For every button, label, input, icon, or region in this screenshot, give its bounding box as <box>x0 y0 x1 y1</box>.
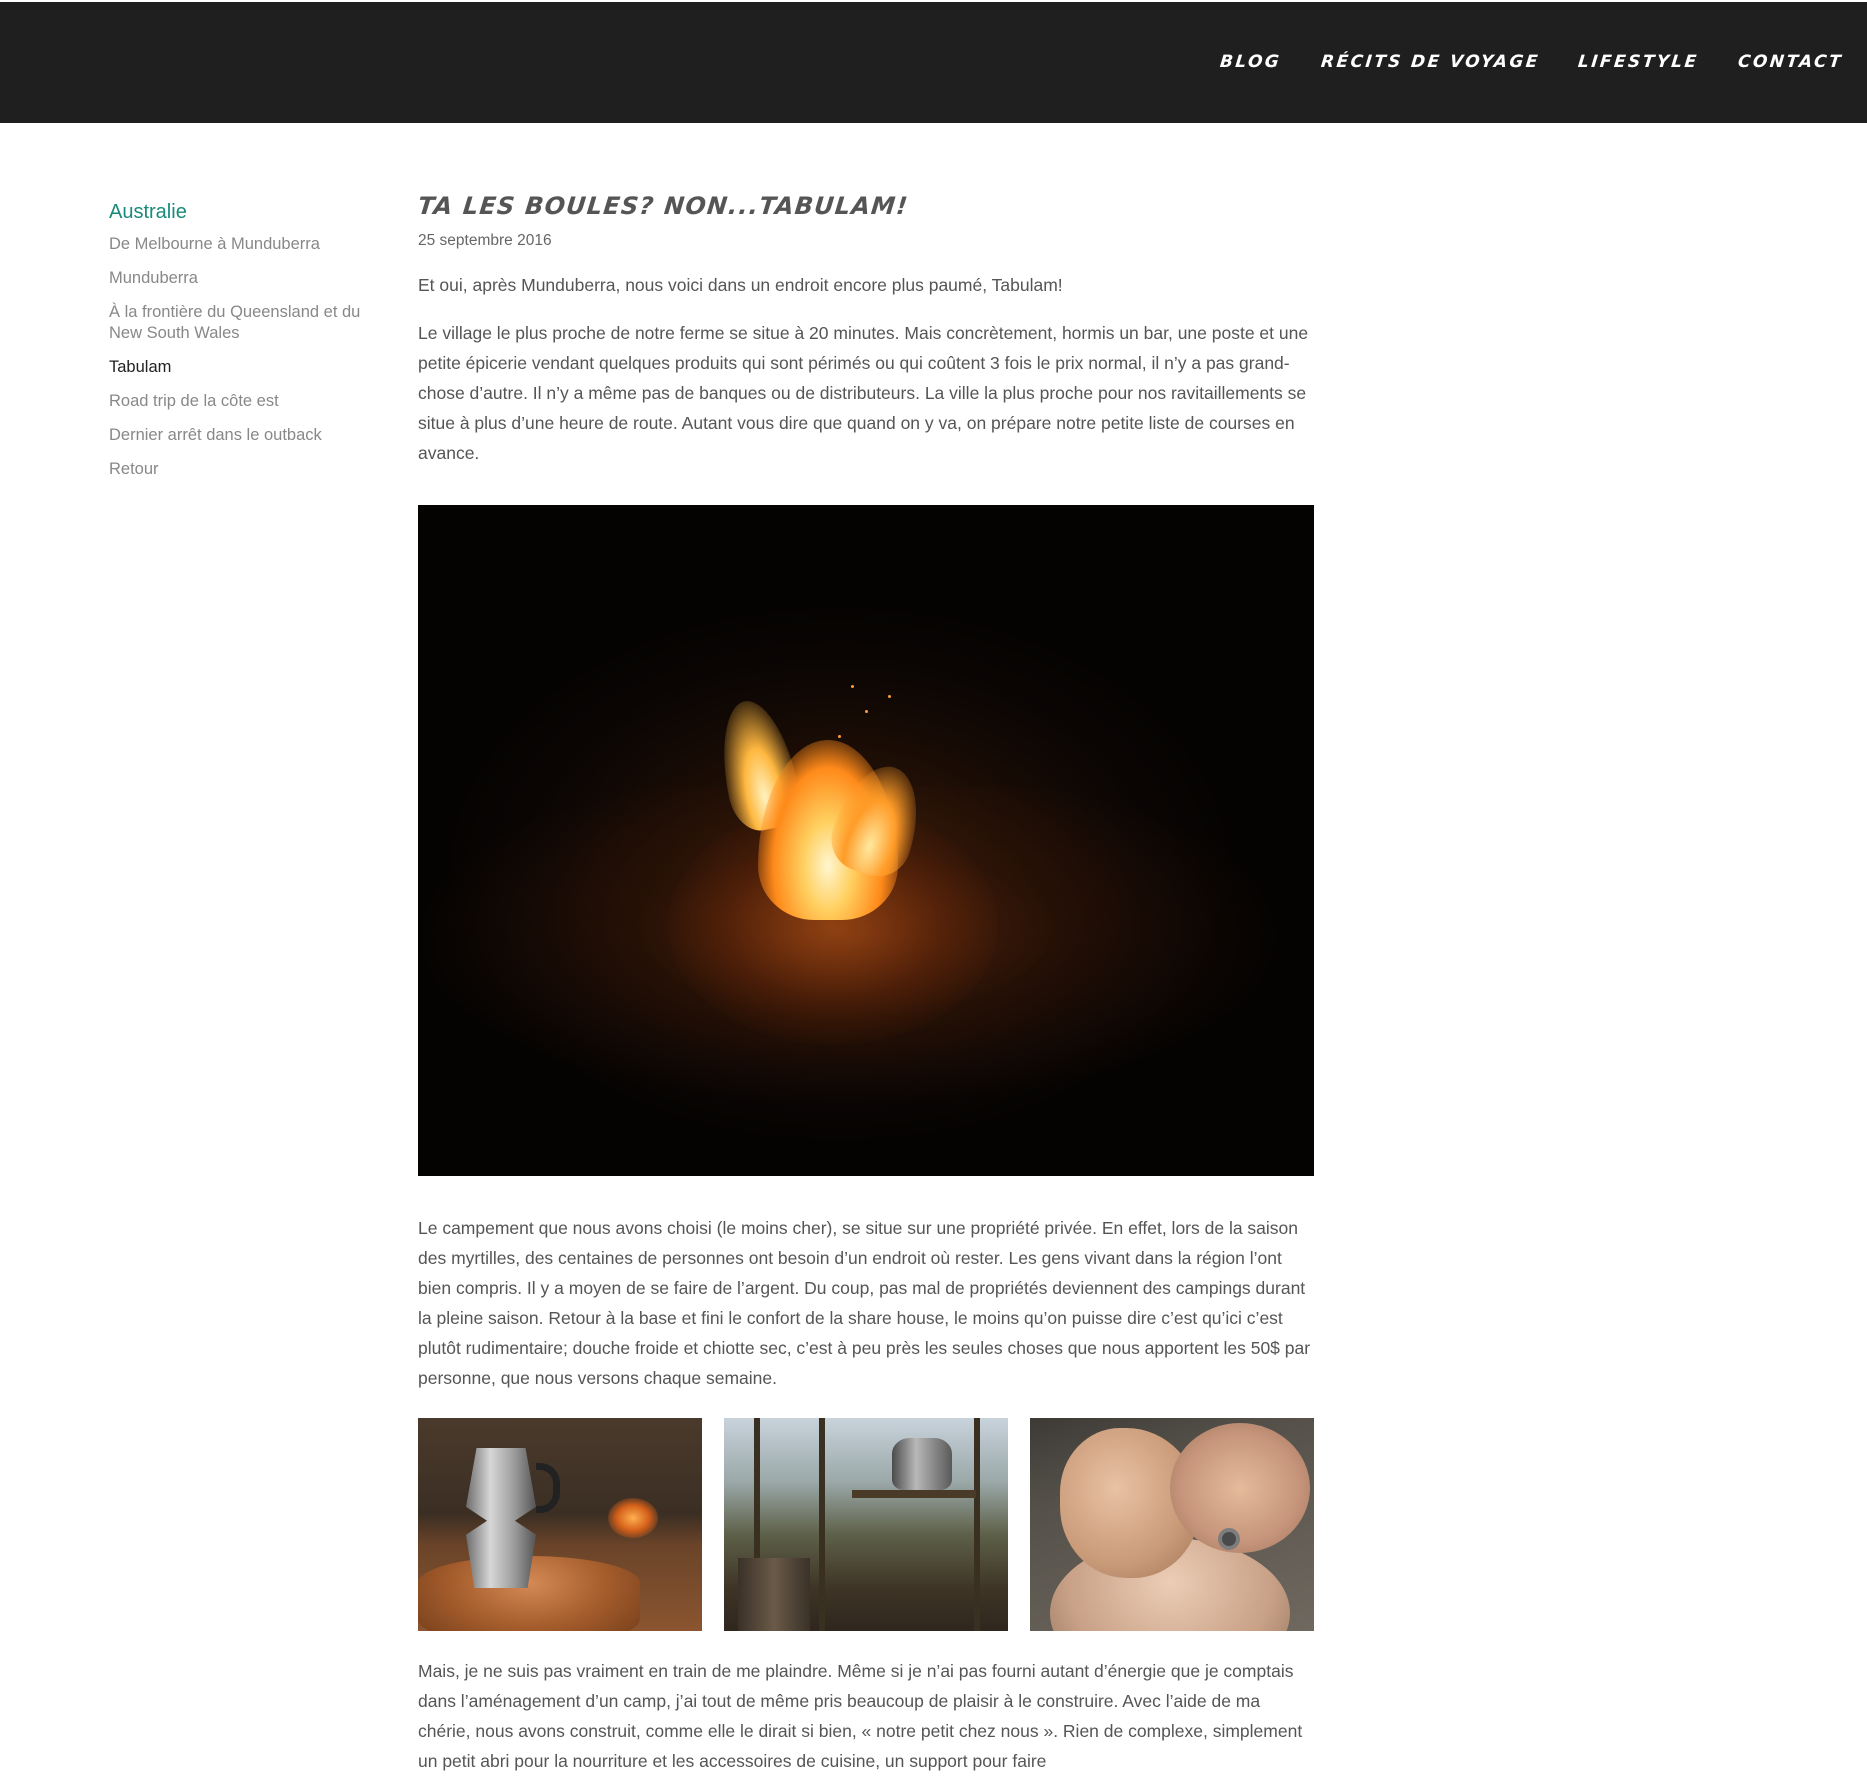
photo-fire <box>608 1498 658 1538</box>
article-paragraph: Le campement que nous avons choisi (le m… <box>418 1218 1311 1388</box>
nav-item-lifestyle[interactable]: Lifestyle <box>1577 52 1700 72</box>
nav-item-blog[interactable]: Blog <box>1219 52 1282 72</box>
photo-log <box>738 1558 810 1631</box>
photo-pot-handle <box>536 1463 560 1513</box>
article: Ta les boules? Non...Tabulam! 25 septemb… <box>416 192 1314 1776</box>
sidebar-item-munduberra[interactable]: Munduberra <box>109 268 369 289</box>
photo-kettle <box>892 1438 952 1490</box>
article-paragraph: Mais, je ne suis pas vraiment en train d… <box>418 1661 1303 1771</box>
gallery-photo-hands-bracelet[interactable] <box>1030 1418 1314 1631</box>
sidebar-item-tabulam[interactable]: Tabulam <box>109 357 369 378</box>
photo-spark <box>851 685 854 688</box>
photo-spark <box>865 710 868 713</box>
photo-moka-pot <box>466 1448 536 1588</box>
article-paragraph: Le village le plus proche de notre ferme… <box>418 323 1309 463</box>
sidebar-item-road-trip[interactable]: Road trip de la côte est <box>109 391 369 412</box>
sidebar-item-de-melbourne-a-munduberra[interactable]: De Melbourne à Munduberra <box>109 234 369 255</box>
photo-ring <box>1218 1528 1240 1550</box>
sidebar-category-link[interactable]: Australie <box>109 201 369 224</box>
main-nav: Blog Récits de voyage Lifestyle Contact <box>1219 52 1844 72</box>
photo-spark <box>838 735 841 738</box>
sidebar: Australie De Melbourne à Munduberra Mund… <box>109 201 369 493</box>
article-title: Ta les boules? Non...Tabulam! <box>416 192 910 220</box>
gallery-photo-moka-pot[interactable] <box>418 1418 702 1631</box>
nav-item-contact[interactable]: Contact <box>1737 52 1844 72</box>
photo-gallery <box>418 1418 1314 1631</box>
article-paragraph-intro: Et oui, après Munduberra, nous voici dan… <box>418 275 1063 295</box>
article-date: 25 septembre 2016 <box>418 232 552 249</box>
sidebar-item-frontiere-queensland[interactable]: À la frontière du Queensland et du New S… <box>109 302 369 344</box>
photo-stand <box>852 1490 976 1630</box>
photo-spark <box>888 695 891 698</box>
photo-hand <box>1170 1423 1310 1553</box>
photo-tree <box>819 1418 825 1631</box>
sidebar-article-list: De Melbourne à Munduberra Munduberra À l… <box>109 234 369 480</box>
sidebar-item-retour[interactable]: Retour <box>109 459 369 480</box>
nav-item-recits-de-voyage[interactable]: Récits de voyage <box>1320 52 1541 72</box>
campfire-photo[interactable] <box>418 505 1314 1176</box>
sidebar-item-dernier-arret[interactable]: Dernier arrêt dans le outback <box>109 425 369 446</box>
gallery-photo-camp-kettle[interactable] <box>724 1418 1008 1631</box>
top-navigation-bar: Blog Récits de voyage Lifestyle Contact <box>0 2 1867 123</box>
